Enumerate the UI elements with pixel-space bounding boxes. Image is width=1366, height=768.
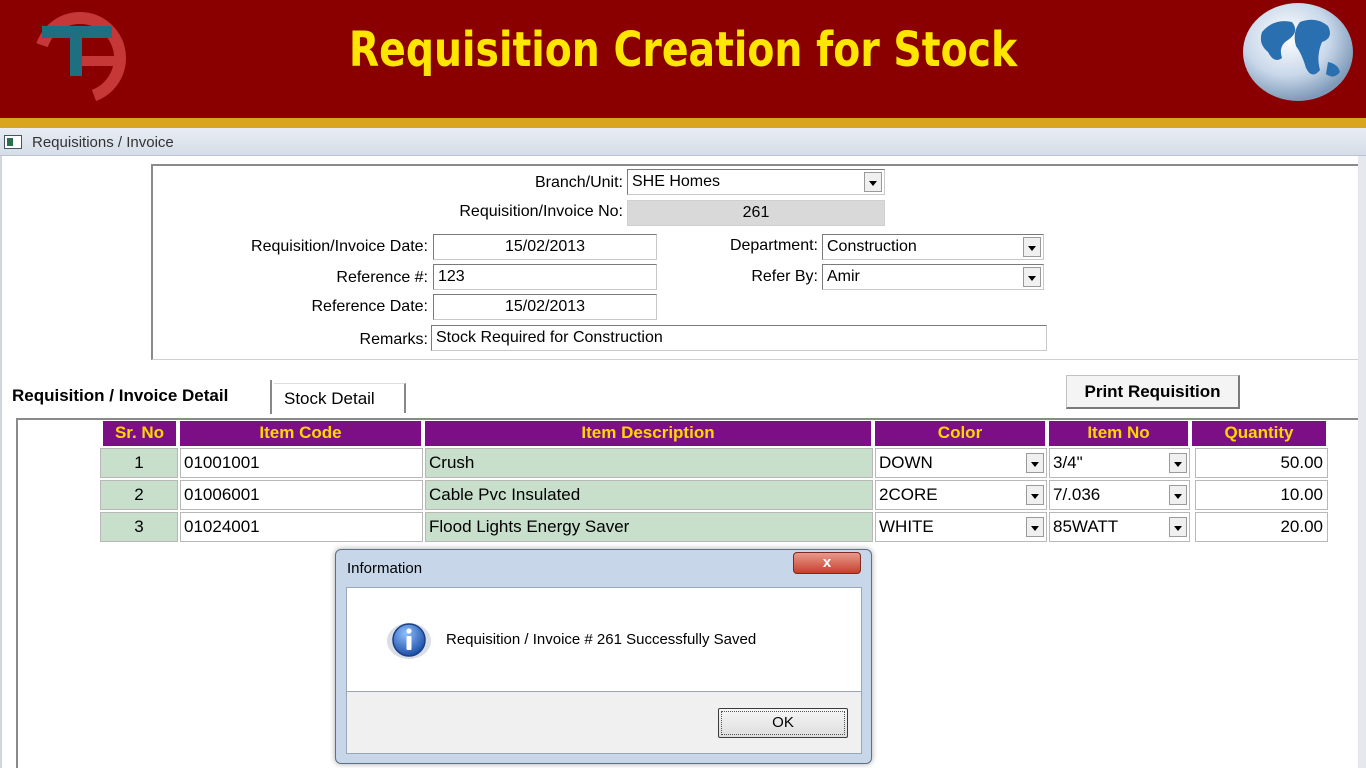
cell-sr-no[interactable]: 3: [100, 512, 178, 542]
dialog-title: Information: [347, 560, 423, 577]
cell-color[interactable]: DOWN: [875, 448, 1047, 478]
page-title: Requisition Creation for Stock: [348, 22, 1018, 78]
col-header-color[interactable]: Color: [875, 421, 1047, 446]
chevron-down-icon[interactable]: [1026, 453, 1044, 473]
cell-quantity[interactable]: 20.00: [1195, 512, 1328, 542]
cell-color-value: WHITE: [879, 517, 934, 536]
col-header-item-no[interactable]: Item No: [1049, 421, 1190, 446]
refdate-field[interactable]: 15/02/2013: [433, 294, 657, 320]
cell-color[interactable]: WHITE: [875, 512, 1047, 542]
cell-quantity[interactable]: 10.00: [1195, 480, 1328, 510]
chevron-down-icon[interactable]: [1023, 237, 1041, 257]
info-icon: [387, 623, 431, 659]
cell-item-no[interactable]: 3/4": [1049, 448, 1190, 478]
window-titlebar: Requisitions / Invoice: [0, 128, 1366, 156]
print-requisition-button[interactable]: Print Requisition: [1066, 375, 1240, 409]
branch-label: Branch/Unit:: [534, 174, 623, 191]
cell-item-code[interactable]: 01001001: [180, 448, 423, 478]
reqno-field: 261: [627, 200, 885, 226]
banner-divider: [0, 118, 1366, 128]
cell-sr-no[interactable]: 2: [100, 480, 178, 510]
branch-value: SHE Homes: [632, 173, 721, 190]
chevron-down-icon[interactable]: [1026, 485, 1044, 505]
col-header-item-code[interactable]: Item Code: [180, 421, 423, 446]
reqdate-label: Requisition/Invoice Date:: [251, 238, 428, 255]
chevron-down-icon[interactable]: [1023, 267, 1041, 287]
chevron-down-icon[interactable]: [1026, 517, 1044, 537]
branch-select[interactable]: SHE Homes: [627, 169, 885, 195]
cell-item-no[interactable]: 7/.036: [1049, 480, 1190, 510]
tab-stock-detail[interactable]: Stock Detail: [274, 383, 406, 413]
ok-button[interactable]: OK: [718, 708, 848, 738]
cell-quantity[interactable]: 50.00: [1195, 448, 1328, 478]
dialog-message: Requisition / Invoice # 261 Successfully…: [446, 631, 757, 648]
screen: Requisition Creation for Stock Requisiti…: [0, 0, 1366, 768]
reference-field[interactable]: 123: [433, 264, 657, 290]
reqno-label: Requisition/Invoice No:: [459, 203, 623, 220]
cell-item-no-value: 7/.036: [1053, 485, 1101, 504]
reqdate-field[interactable]: 15/02/2013: [433, 234, 657, 260]
cell-sr-no[interactable]: 1: [100, 448, 178, 478]
chevron-down-icon[interactable]: [1169, 453, 1187, 473]
refdate-label: Reference Date:: [311, 298, 428, 315]
cell-item-description[interactable]: Crush: [425, 448, 873, 478]
cell-item-no[interactable]: 85WATT: [1049, 512, 1190, 542]
cell-item-no-value: 85WATT: [1053, 517, 1119, 536]
chevron-down-icon[interactable]: [864, 172, 882, 192]
chevron-down-icon[interactable]: [1169, 517, 1187, 537]
tab-requisition-detail[interactable]: Requisition / Invoice Detail: [4, 380, 272, 414]
company-logo-icon: [34, 12, 126, 103]
cell-item-code[interactable]: 01006001: [180, 480, 423, 510]
cell-item-no-value: 3/4": [1053, 453, 1083, 472]
cell-item-code[interactable]: 01024001: [180, 512, 423, 542]
department-select[interactable]: Construction: [822, 234, 1044, 260]
globe-icon: [1243, 3, 1353, 101]
cell-color-value: DOWN: [879, 453, 933, 472]
department-value: Construction: [827, 238, 917, 255]
referby-select[interactable]: Amir: [822, 264, 1044, 290]
close-icon[interactable]: x: [793, 552, 861, 574]
col-header-quantity[interactable]: Quantity: [1192, 421, 1328, 446]
cell-color[interactable]: 2CORE: [875, 480, 1047, 510]
remarks-label: Remarks:: [359, 331, 428, 348]
cell-item-description[interactable]: Flood Lights Energy Saver: [425, 512, 873, 542]
information-dialog: Information x Requisition / Invoice # 26…: [335, 549, 872, 764]
window-right-edge: [1358, 156, 1366, 768]
cell-color-value: 2CORE: [879, 485, 938, 504]
window-title: Requisitions / Invoice: [32, 134, 174, 151]
reference-label: Reference #:: [336, 269, 428, 286]
referby-label: Refer By:: [751, 268, 818, 285]
col-header-sr-no[interactable]: Sr. No: [103, 421, 178, 446]
remarks-field[interactable]: Stock Required for Construction: [431, 325, 1047, 351]
cell-item-description[interactable]: Cable Pvc Insulated: [425, 480, 873, 510]
window-icon: [4, 135, 22, 149]
referby-value: Amir: [827, 268, 860, 285]
chevron-down-icon[interactable]: [1169, 485, 1187, 505]
col-header-item-description[interactable]: Item Description: [425, 421, 873, 446]
department-label: Department:: [729, 237, 818, 254]
